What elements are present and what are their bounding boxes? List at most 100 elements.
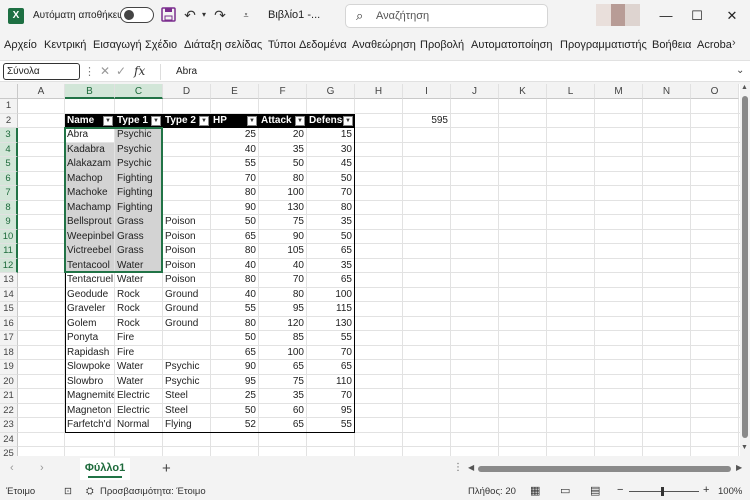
minimize-button[interactable]: — xyxy=(656,7,676,25)
cancel-icon[interactable]: ✕ xyxy=(100,64,110,78)
row-header-16[interactable]: 16 xyxy=(0,316,18,331)
column-header-m[interactable]: M xyxy=(595,84,643,99)
tab-help[interactable]: Βοήθεια xyxy=(652,39,691,51)
row-header-11[interactable]: 11 xyxy=(0,244,18,259)
formula-input[interactable]: Abra xyxy=(176,66,197,77)
count-status[interactable]: Πλήθος: 20 xyxy=(468,486,516,497)
expand-formula-bar-icon[interactable]: ⌄ xyxy=(736,65,744,76)
column-header-l[interactable]: L xyxy=(547,84,595,99)
zoom-in-button[interactable]: + xyxy=(703,484,709,496)
tab-draw[interactable]: Σχέδιο xyxy=(145,39,177,51)
row-header-9[interactable]: 9 xyxy=(0,215,18,230)
undo-dropdown-icon[interactable]: ▾ xyxy=(196,7,212,23)
column-header-a[interactable]: A xyxy=(18,84,65,99)
insert-function-icon[interactable]: fx xyxy=(134,64,145,78)
tab-split-handle-icon[interactable]: ⋮ xyxy=(453,462,463,473)
enter-icon[interactable]: ✓ xyxy=(116,64,126,78)
row-header-18[interactable]: 18 xyxy=(0,345,18,360)
add-sheet-button[interactable]: + xyxy=(162,460,171,477)
horizontal-scrollbar[interactable]: ◀ ▶ xyxy=(468,463,744,474)
select-all-corner[interactable] xyxy=(0,84,18,99)
tab-automate[interactable]: Αυτοματοποίηση xyxy=(471,39,553,51)
zoom-out-button[interactable]: − xyxy=(617,484,623,496)
vertical-scrollbar[interactable]: ▲ ▼ xyxy=(740,84,750,456)
column-header-j[interactable]: J xyxy=(451,84,499,99)
column-header-b[interactable]: B xyxy=(65,84,115,99)
row-header-4[interactable]: 4 xyxy=(0,142,18,157)
search-box[interactable]: ⌕ Αναζήτηση xyxy=(345,4,548,28)
normal-view-icon[interactable]: ▦ xyxy=(530,484,540,497)
tab-formulas[interactable]: Τύποι xyxy=(268,39,296,51)
tab-view[interactable]: Προβολή xyxy=(420,39,464,51)
row-header-7[interactable]: 7 xyxy=(0,186,18,201)
tab-page-layout[interactable]: Διάταξη σελίδας xyxy=(184,39,262,51)
autosave-toggle[interactable] xyxy=(120,7,154,23)
scroll-right-icon[interactable]: ▶ xyxy=(736,463,742,472)
row-header-17[interactable]: 17 xyxy=(0,331,18,346)
worksheet-grid[interactable]: A B C D E F G H I J K L M N O 1 2 3 4 5 6 7 8 9 10 11 12 13 14 15 16 17… xyxy=(0,84,740,456)
close-button[interactable]: ✕ xyxy=(722,7,742,25)
row-header-14[interactable]: 14 xyxy=(0,287,18,302)
save-icon[interactable] xyxy=(160,7,176,23)
horizontal-scroll-thumb[interactable] xyxy=(478,466,731,472)
row-header-3[interactable]: 3 xyxy=(0,128,18,143)
column-header-e[interactable]: E xyxy=(211,84,259,99)
column-header-o[interactable]: O xyxy=(691,84,739,99)
zoom-slider[interactable] xyxy=(629,491,699,492)
tab-data[interactable]: Δεδομένα xyxy=(299,39,347,51)
page-layout-view-icon[interactable]: ▭ xyxy=(560,484,570,497)
customize-toolbar-icon[interactable]: ⩡ xyxy=(238,7,254,23)
ribbon-scroll-right-icon[interactable]: › xyxy=(732,37,736,49)
row-header-23[interactable]: 23 xyxy=(0,418,18,433)
column-header-c[interactable]: C xyxy=(115,84,163,99)
zoom-level[interactable]: 100% xyxy=(718,486,742,497)
column-header-n[interactable]: N xyxy=(643,84,691,99)
row-header-15[interactable]: 15 xyxy=(0,302,18,317)
row-header-25[interactable]: 25 xyxy=(0,447,18,456)
row-header-21[interactable]: 21 xyxy=(0,389,18,404)
row-header-2[interactable]: 2 xyxy=(0,113,18,128)
scroll-down-icon[interactable]: ▼ xyxy=(741,444,748,451)
maximize-button[interactable]: ☐ xyxy=(687,7,707,25)
tab-developer[interactable]: Προγραμματιστής xyxy=(560,39,647,51)
cell-i2[interactable]: 595 xyxy=(403,114,450,129)
row-header-20[interactable]: 20 xyxy=(0,374,18,389)
column-header-h[interactable]: H xyxy=(355,84,403,99)
redo-icon[interactable]: ↷ xyxy=(212,7,228,23)
column-header-i[interactable]: I xyxy=(403,84,451,99)
accessibility-icon[interactable]: ⛭ xyxy=(86,486,94,497)
scroll-up-icon[interactable]: ▲ xyxy=(741,84,748,91)
tab-file[interactable]: Αρχείο xyxy=(4,39,37,51)
column-header-k[interactable]: K xyxy=(499,84,547,99)
row-header-13[interactable]: 13 xyxy=(0,273,18,288)
column-header-g[interactable]: G xyxy=(307,84,355,99)
vertical-scroll-thumb[interactable] xyxy=(742,96,748,438)
avatar[interactable] xyxy=(596,4,641,26)
sheet-tab-active[interactable]: Φύλλο1 xyxy=(80,458,130,480)
row-header-19[interactable]: 19 xyxy=(0,360,18,375)
row-header-1[interactable]: 1 xyxy=(0,99,18,114)
row-header-12[interactable]: 12 xyxy=(0,258,18,273)
row-header-24[interactable]: 24 xyxy=(0,432,18,447)
page-break-view-icon[interactable]: ▤ xyxy=(590,484,600,497)
tab-insert[interactable]: Εισαγωγή xyxy=(93,39,142,51)
zoom-slider-knob[interactable] xyxy=(661,487,664,496)
name-box[interactable]: Σύνολα xyxy=(3,63,80,80)
more-options-icon[interactable]: ⋮ xyxy=(84,65,95,78)
accessibility-status[interactable]: Προσβασιμότητα: Έτοιμο xyxy=(100,486,206,497)
row-header-10[interactable]: 10 xyxy=(0,229,18,244)
document-title[interactable]: Βιβλίο1 -... xyxy=(268,9,320,21)
row-header-22[interactable]: 22 xyxy=(0,403,18,418)
tab-home[interactable]: Κεντρική xyxy=(44,39,86,51)
tab-acrobat[interactable]: Acroba xyxy=(697,39,732,51)
scroll-left-icon[interactable]: ◀ xyxy=(468,463,474,472)
sheet-next-icon[interactable]: › xyxy=(40,462,44,474)
row-header-8[interactable]: 8 xyxy=(0,200,18,215)
tab-review[interactable]: Αναθεώρηση xyxy=(352,39,416,51)
row-header-6[interactable]: 6 xyxy=(0,171,18,186)
column-header-f[interactable]: F xyxy=(259,84,307,99)
row-header-5[interactable]: 5 xyxy=(0,157,18,172)
sheet-prev-icon[interactable]: ‹ xyxy=(10,462,14,474)
column-header-d[interactable]: D xyxy=(163,84,211,99)
macro-record-icon[interactable]: ⊡ xyxy=(64,486,72,497)
